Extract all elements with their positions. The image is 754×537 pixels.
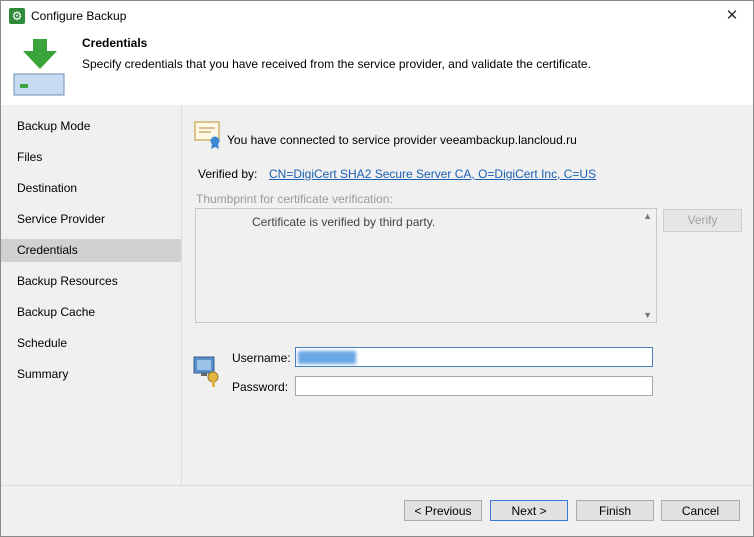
- scroll-down-icon[interactable]: ▼: [643, 310, 652, 320]
- password-label: Password:: [232, 380, 289, 394]
- nav-item-service-provider[interactable]: Service Provider: [1, 208, 181, 231]
- download-arrow-icon: [13, 39, 65, 96]
- verified-by-label: Verified by:: [198, 167, 258, 181]
- nav-item-backup-mode[interactable]: Backup Mode: [1, 115, 181, 138]
- cancel-button[interactable]: Cancel: [661, 500, 740, 521]
- thumbprint-status-text: Certificate is verified by third party.: [252, 215, 436, 229]
- thumbprint-textarea[interactable]: Certificate is verified by third party. …: [195, 208, 657, 323]
- page-title: Credentials: [82, 36, 148, 50]
- certificate-issuer-link[interactable]: CN=DigiCert SHA2 Secure Server CA, O=Dig…: [269, 167, 596, 181]
- nav-item-schedule[interactable]: Schedule: [1, 332, 181, 355]
- wizard-footer: < Previous Next > Finish Cancel: [1, 485, 753, 536]
- username-redacted-value: [298, 351, 356, 364]
- gear-icon: ⚙: [9, 8, 25, 24]
- finish-button[interactable]: Finish: [576, 500, 654, 521]
- username-label: Username:: [232, 351, 291, 365]
- connection-status-text: You have connected to service provider v…: [227, 133, 577, 147]
- username-input[interactable]: [295, 347, 653, 367]
- user-key-icon: [193, 356, 219, 387]
- certificate-icon: [194, 121, 220, 149]
- configure-backup-window: ⚙ Configure Backup ✕ Credentials Specify…: [0, 0, 754, 537]
- thumbprint-label: Thumbprint for certificate verification:: [196, 192, 393, 206]
- verify-button[interactable]: Verify: [663, 209, 742, 232]
- previous-button[interactable]: < Previous: [404, 500, 482, 521]
- nav-item-destination[interactable]: Destination: [1, 177, 181, 200]
- nav-item-files[interactable]: Files: [1, 146, 181, 169]
- page-description: Specify credentials that you have receiv…: [82, 57, 591, 71]
- scroll-up-icon[interactable]: ▲: [643, 211, 652, 221]
- password-input[interactable]: [295, 376, 653, 396]
- next-button[interactable]: Next >: [490, 500, 568, 521]
- window-title: Configure Backup: [31, 9, 127, 23]
- nav-item-summary[interactable]: Summary: [1, 363, 181, 386]
- close-icon[interactable]: ✕: [717, 5, 747, 27]
- wizard-header: Credentials Specify credentials that you…: [1, 31, 753, 105]
- nav-item-credentials[interactable]: Credentials: [1, 239, 181, 262]
- credentials-panel: You have connected to service provider v…: [182, 105, 753, 485]
- nav-item-backup-resources[interactable]: Backup Resources: [1, 270, 181, 293]
- wizard-steps-nav: Backup Mode Files Destination Service Pr…: [1, 105, 182, 485]
- title-bar: ⚙ Configure Backup ✕: [1, 1, 753, 31]
- nav-item-backup-cache[interactable]: Backup Cache: [1, 301, 181, 324]
